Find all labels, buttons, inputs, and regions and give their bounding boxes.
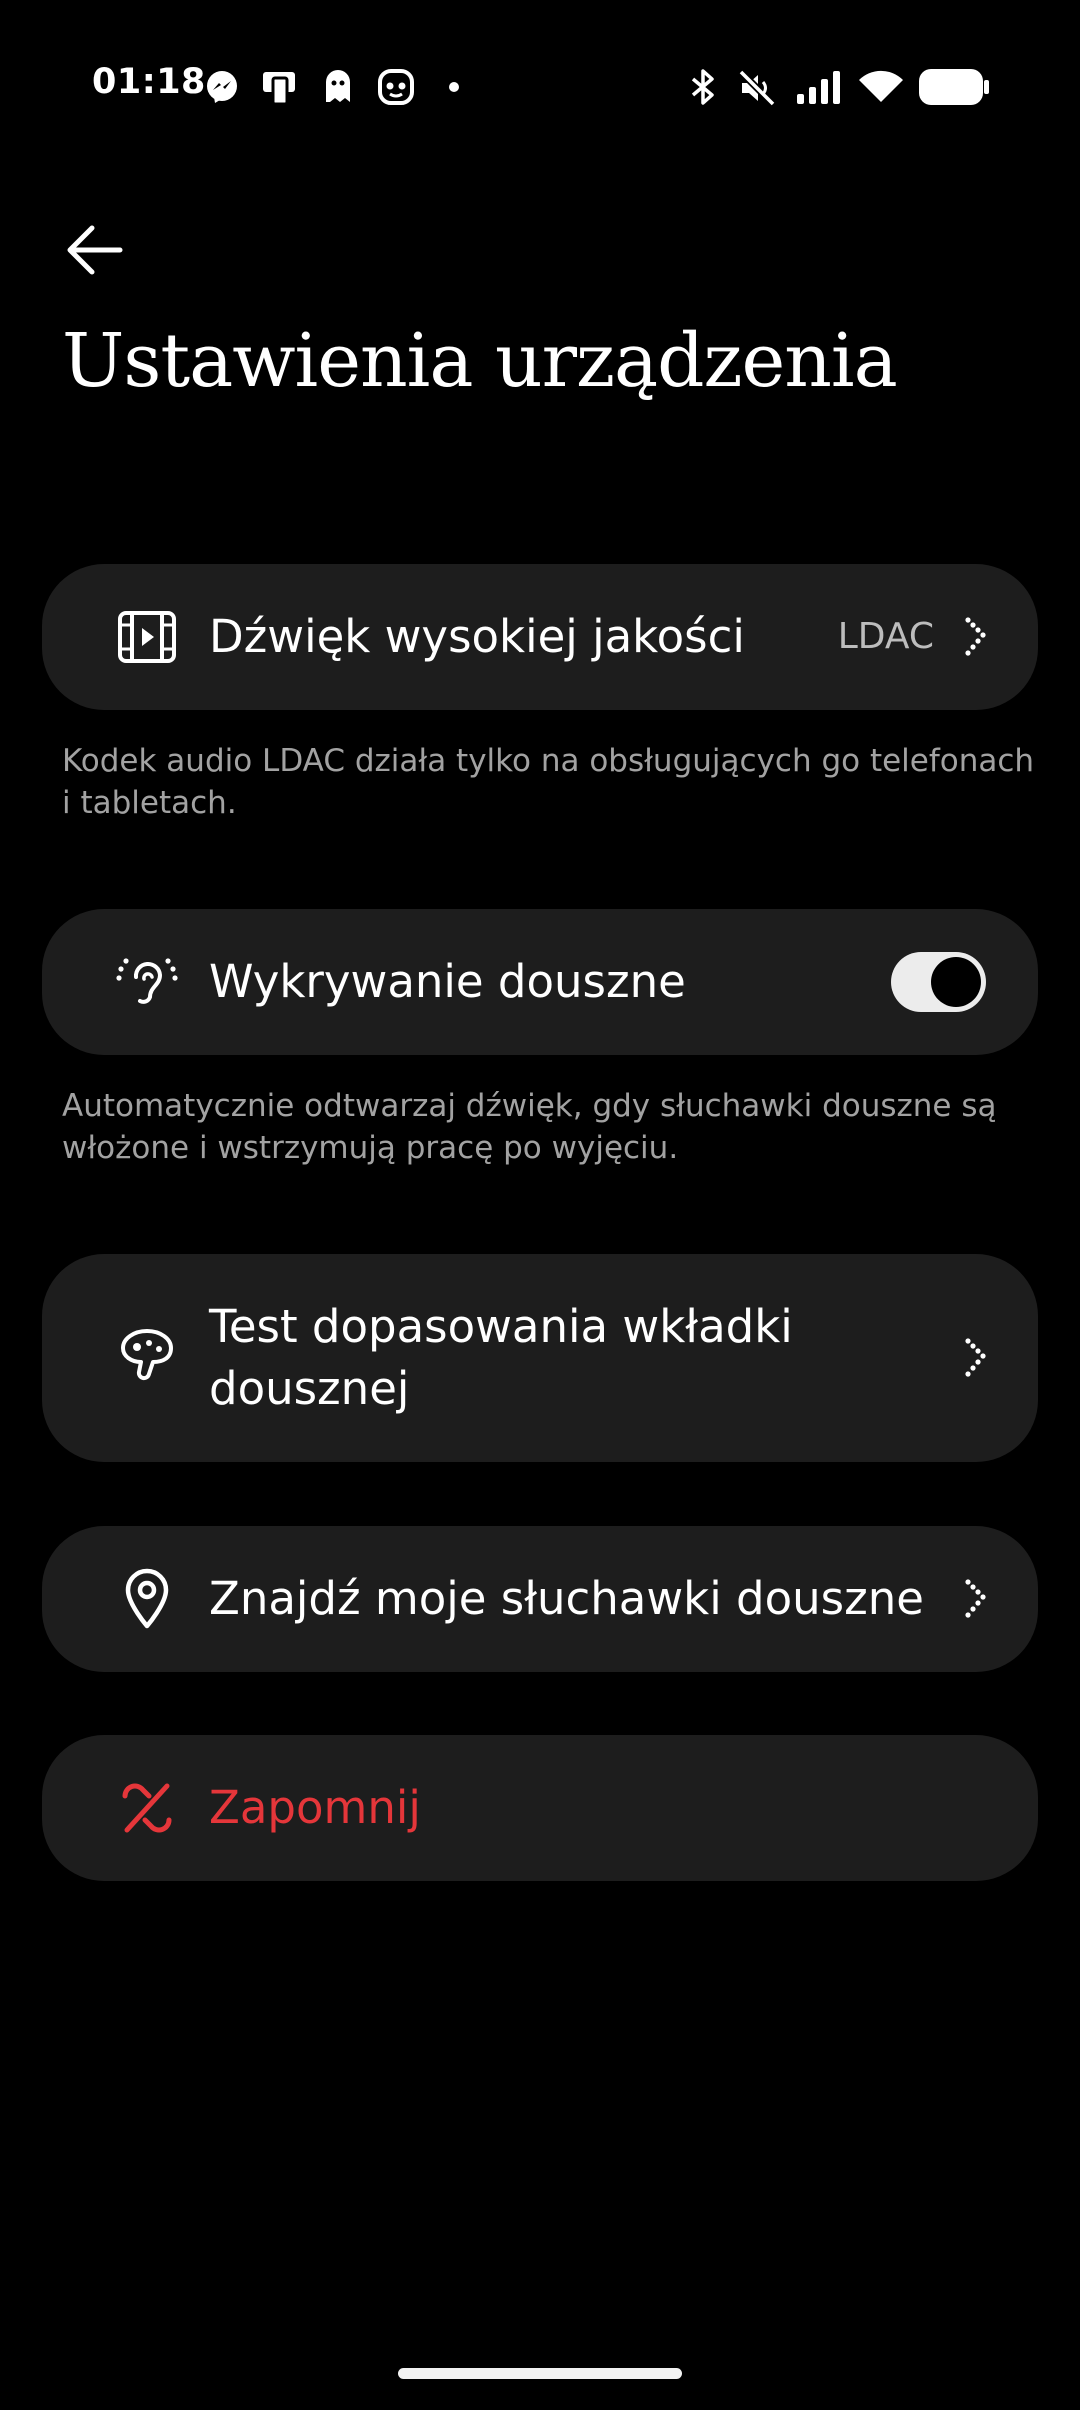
home-indicator[interactable] — [398, 2368, 682, 2379]
toggle-knob — [931, 957, 981, 1007]
unlink-icon — [110, 1771, 184, 1845]
arrow-left-icon — [67, 225, 123, 275]
location-pin-icon — [110, 1562, 184, 1636]
chevron-right-icon — [965, 1338, 986, 1377]
wifi-icon — [858, 68, 904, 104]
find-earbuds-card[interactable]: Znajdź moje słuchawki douszne — [42, 1526, 1038, 1672]
in-ear-detection-label: Wykrywanie douszne — [209, 955, 686, 1008]
in-ear-detection-toggle[interactable] — [891, 952, 986, 1012]
fit-test-label: Test dopasowania wkładki dousznej — [209, 1296, 793, 1420]
ghost-icon — [322, 68, 354, 104]
status-time: 01:18 — [92, 62, 206, 102]
page-title: Ustawienia urządzenia — [62, 318, 898, 404]
earbud-tip-icon — [110, 1321, 184, 1395]
hq-audio-card[interactable]: Dźwięk wysokiej jakości LDAC — [42, 564, 1038, 710]
back-button[interactable] — [52, 208, 136, 292]
film-play-icon — [110, 600, 184, 674]
ear-sensor-icon — [110, 945, 184, 1019]
mute-icon — [738, 69, 776, 107]
battery-icon — [918, 68, 990, 106]
messenger-icon — [205, 70, 239, 104]
game-face-icon — [377, 68, 415, 106]
bluetooth-icon — [688, 68, 718, 106]
dot-icon — [448, 81, 460, 93]
signal-icon — [795, 70, 843, 104]
in-ear-detection-description: Automatycznie odtwarzaj dźwięk, gdy słuc… — [62, 1088, 997, 1166]
codec-value: LDAC — [837, 616, 934, 657]
forget-label: Zapomnij — [209, 1781, 421, 1834]
hq-audio-label: Dźwięk wysokiej jakości — [209, 610, 745, 663]
in-ear-detection-card[interactable]: Wykrywanie douszne — [42, 909, 1038, 1055]
chevron-right-icon — [965, 1579, 986, 1618]
cast-phone-icon — [261, 68, 297, 106]
fit-test-label-line1: Test dopasowania wkładki — [209, 1300, 793, 1353]
forget-card[interactable]: Zapomnij — [42, 1735, 1038, 1881]
chevron-right-icon — [965, 617, 986, 656]
fit-test-label-line2: dousznej — [209, 1362, 410, 1415]
hq-audio-description: Kodek audio LDAC działa tylko na obsługu… — [62, 743, 1035, 821]
find-earbuds-label: Znajdź moje słuchawki douszne — [209, 1572, 924, 1625]
status-bar: 01:18 — [0, 0, 1080, 175]
fit-test-card[interactable]: Test dopasowania wkładki dousznej — [42, 1254, 1038, 1462]
